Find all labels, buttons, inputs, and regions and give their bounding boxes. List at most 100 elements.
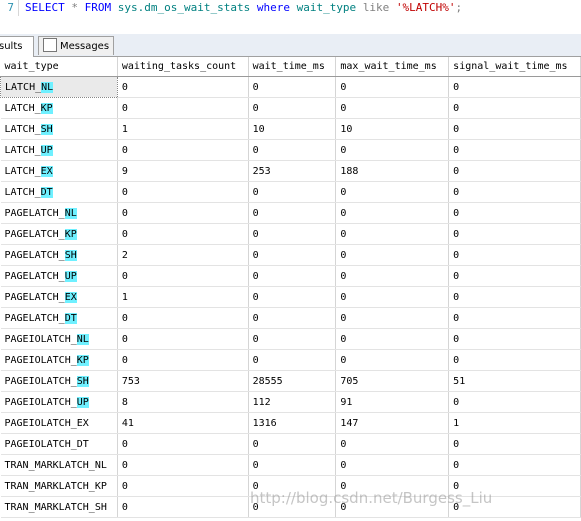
cell-waiting-tasks-count[interactable]: 0 [117,496,249,518]
cell-wait-time-ms[interactable]: 0 [248,76,337,98]
cell-waiting-tasks-count[interactable]: 0 [117,76,249,98]
cell-wait-time-ms[interactable]: 0 [248,265,337,287]
cell-max-wait-time-ms[interactable]: 705 [335,370,450,392]
cell-signal-wait-time-ms[interactable]: 0 [448,391,581,413]
table-row[interactable]: TRAN_MARKLATCH_SH 0 0 0 0 [0,496,581,518]
cell-waiting-tasks-count[interactable]: 41 [117,412,249,434]
cell-signal-wait-time-ms[interactable]: 0 [448,349,581,371]
wait-type-cell[interactable]: PAGELATCH_NL [0,202,118,224]
query-editor[interactable]: 7 SELECT * FROM sys.dm_os_wait_stats wher… [0,0,581,16]
cell-max-wait-time-ms[interactable]: 0 [335,97,450,119]
column-header-wait-time-ms[interactable]: wait_time_ms [248,57,337,77]
cell-max-wait-time-ms[interactable]: 10 [335,118,450,140]
wait-type-cell[interactable]: PAGELATCH_EX [0,286,118,308]
table-row[interactable]: PAGEIOLATCH_DT 0 0 0 0 [0,433,581,455]
cell-signal-wait-time-ms[interactable]: 0 [448,328,581,350]
query-text[interactable]: SELECT * FROM sys.dm_os_wait_stats where… [19,1,462,14]
cell-wait-time-ms[interactable]: 0 [248,244,337,266]
cell-max-wait-time-ms[interactable]: 0 [335,76,450,98]
cell-signal-wait-time-ms[interactable]: 0 [448,244,581,266]
table-row[interactable]: PAGEIOLATCH_UP 8 112 91 0 [0,391,581,413]
table-row[interactable]: PAGELATCH_KP 0 0 0 0 [0,223,581,245]
cell-wait-time-ms[interactable]: 0 [248,97,337,119]
table-row[interactable]: PAGELATCH_EX 1 0 0 0 [0,286,581,308]
cell-max-wait-time-ms[interactable]: 188 [335,160,450,182]
cell-signal-wait-time-ms[interactable]: 0 [448,160,581,182]
table-row[interactable]: PAGEIOLATCH_KP 0 0 0 0 [0,349,581,371]
cell-wait-time-ms[interactable]: 112 [248,391,337,413]
table-row[interactable]: LATCH_SH 1 10 10 0 [0,118,581,140]
table-row[interactable]: PAGEIOLATCH_EX 41 1316 147 1 [0,412,581,434]
cell-waiting-tasks-count[interactable]: 0 [117,454,249,476]
cell-wait-time-ms[interactable]: 10 [248,118,337,140]
column-header-max-wait-time-ms[interactable]: max_wait_time_ms [335,57,450,77]
wait-type-cell[interactable]: TRAN_MARKLATCH_KP [0,475,118,497]
cell-max-wait-time-ms[interactable]: 0 [335,475,450,497]
table-row[interactable]: LATCH_EX 9 253 188 0 [0,160,581,182]
table-row[interactable]: PAGEIOLATCH_SH 753 28555 705 51 [0,370,581,392]
cell-signal-wait-time-ms[interactable]: 1 [448,412,581,434]
cell-waiting-tasks-count[interactable]: 0 [117,181,249,203]
cell-signal-wait-time-ms[interactable]: 0 [448,76,581,98]
cell-wait-time-ms[interactable]: 253 [248,160,337,182]
cell-signal-wait-time-ms[interactable]: 0 [448,202,581,224]
cell-wait-time-ms[interactable]: 0 [248,496,337,518]
wait-type-cell[interactable]: PAGEIOLATCH_UP [0,391,118,413]
cell-max-wait-time-ms[interactable]: 0 [335,454,450,476]
table-row[interactable]: PAGELATCH_SH 2 0 0 0 [0,244,581,266]
cell-wait-time-ms[interactable]: 0 [248,223,337,245]
cell-signal-wait-time-ms[interactable]: 0 [448,139,581,161]
cell-max-wait-time-ms[interactable]: 0 [335,328,450,350]
cell-wait-time-ms[interactable]: 0 [248,475,337,497]
cell-waiting-tasks-count[interactable]: 0 [117,265,249,287]
wait-type-cell[interactable]: LATCH_EX [0,160,118,182]
tab-messages[interactable]: Messages [38,36,114,55]
cell-waiting-tasks-count[interactable]: 0 [117,349,249,371]
cell-wait-time-ms[interactable]: 0 [248,307,337,329]
table-row[interactable]: LATCH_UP 0 0 0 0 [0,139,581,161]
cell-waiting-tasks-count[interactable]: 1 [117,118,249,140]
cell-signal-wait-time-ms[interactable]: 0 [448,307,581,329]
cell-waiting-tasks-count[interactable]: 0 [117,433,249,455]
cell-max-wait-time-ms[interactable]: 0 [335,286,450,308]
cell-signal-wait-time-ms[interactable]: 0 [448,265,581,287]
wait-type-cell[interactable]: TRAN_MARKLATCH_SH [0,496,118,518]
cell-waiting-tasks-count[interactable]: 0 [117,328,249,350]
cell-waiting-tasks-count[interactable]: 9 [117,160,249,182]
table-row[interactable]: PAGELATCH_DT 0 0 0 0 [0,307,581,329]
cell-waiting-tasks-count[interactable]: 753 [117,370,249,392]
cell-max-wait-time-ms[interactable]: 0 [335,349,450,371]
wait-type-cell[interactable]: LATCH_KP [0,97,118,119]
cell-max-wait-time-ms[interactable]: 147 [335,412,450,434]
cell-wait-time-ms[interactable]: 0 [248,454,337,476]
wait-type-cell[interactable]: PAGELATCH_UP [0,265,118,287]
table-row[interactable]: PAGEIOLATCH_NL 0 0 0 0 [0,328,581,350]
cell-wait-time-ms[interactable]: 1316 [248,412,337,434]
cell-wait-time-ms[interactable]: 28555 [248,370,337,392]
table-row[interactable]: TRAN_MARKLATCH_KP 0 0 0 0 [0,475,581,497]
cell-signal-wait-time-ms[interactable]: 0 [448,97,581,119]
wait-type-cell[interactable]: LATCH_DT [0,181,118,203]
wait-type-cell[interactable]: PAGELATCH_DT [0,307,118,329]
wait-type-cell[interactable]: LATCH_UP [0,139,118,161]
cell-signal-wait-time-ms[interactable]: 0 [448,475,581,497]
cell-wait-time-ms[interactable]: 0 [248,202,337,224]
cell-waiting-tasks-count[interactable]: 8 [117,391,249,413]
cell-wait-time-ms[interactable]: 0 [248,433,337,455]
wait-type-cell[interactable]: PAGEIOLATCH_KP [0,349,118,371]
wait-type-cell[interactable]: TRAN_MARKLATCH_NL [0,454,118,476]
column-header-wait-type[interactable]: wait_type [0,57,118,77]
cell-signal-wait-time-ms[interactable]: 51 [448,370,581,392]
cell-wait-time-ms[interactable]: 0 [248,139,337,161]
column-header-signal-wait-time-ms[interactable]: signal_wait_time_ms [448,57,581,77]
tab-results[interactable]: sults [0,36,34,57]
table-row[interactable]: TRAN_MARKLATCH_NL 0 0 0 0 [0,454,581,476]
cell-wait-time-ms[interactable]: 0 [248,328,337,350]
cell-max-wait-time-ms[interactable]: 0 [335,139,450,161]
cell-waiting-tasks-count[interactable]: 1 [117,286,249,308]
cell-signal-wait-time-ms[interactable]: 0 [448,286,581,308]
cell-signal-wait-time-ms[interactable]: 0 [448,181,581,203]
cell-waiting-tasks-count[interactable]: 0 [117,307,249,329]
cell-waiting-tasks-count[interactable]: 2 [117,244,249,266]
cell-wait-time-ms[interactable]: 0 [248,181,337,203]
